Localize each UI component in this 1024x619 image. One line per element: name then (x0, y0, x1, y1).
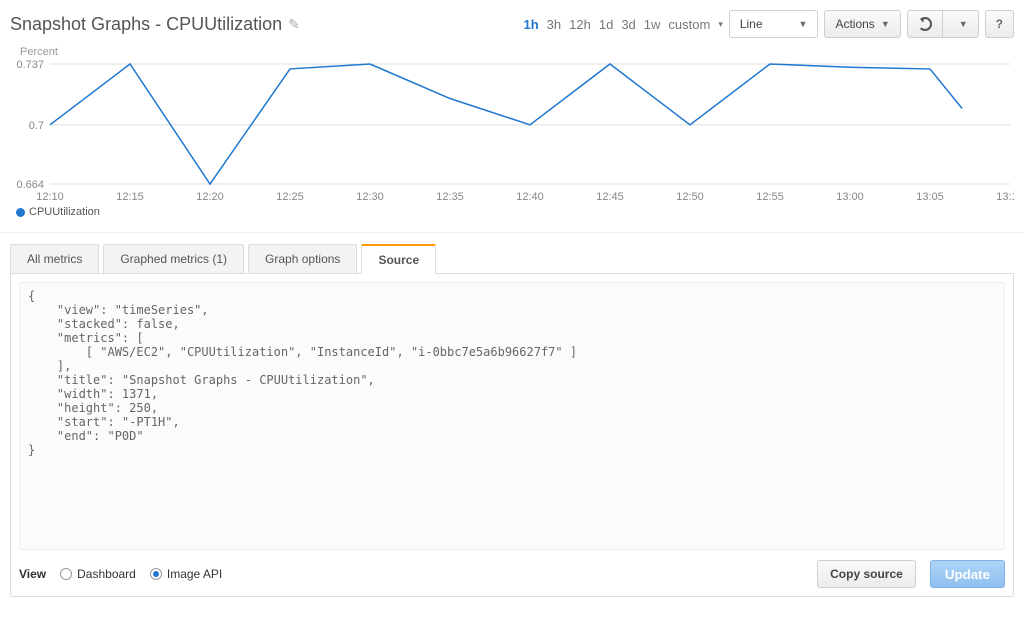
tab-source[interactable]: Source (361, 244, 436, 274)
svg-text:12:25: 12:25 (276, 191, 304, 203)
chart-type-value: Line (740, 17, 763, 31)
time-range-3d[interactable]: 3d (621, 17, 635, 32)
actions-button[interactable]: Actions ▼ (824, 10, 900, 38)
chart-legend: CPUUtilization (16, 206, 1014, 218)
source-panel: { "view": "timeSeries", "stacked": false… (10, 274, 1014, 597)
time-range-picker: 1h 3h 12h 1d 3d 1w custom ▾ (524, 17, 723, 32)
update-button[interactable]: Update (930, 560, 1005, 588)
legend-color-icon (16, 208, 25, 217)
caret-down-icon: ▾ (718, 19, 723, 30)
metric-chart: Percent 0.664 0.7 0.737 12:10 12:15 12:20 12:2… (10, 46, 1014, 224)
refresh-options-button[interactable]: ▼ (943, 10, 979, 38)
y-axis-label: Percent (20, 46, 58, 58)
view-label: View (19, 567, 46, 581)
source-code-textarea[interactable]: { "view": "timeSeries", "stacked": false… (19, 282, 1005, 550)
svg-text:0.7: 0.7 (29, 120, 44, 132)
svg-text:12:10: 12:10 (36, 191, 64, 203)
copy-source-button[interactable]: Copy source (817, 560, 916, 588)
svg-text:12:55: 12:55 (756, 191, 784, 203)
edit-title-icon[interactable]: ✎ (288, 16, 300, 33)
tab-all-metrics[interactable]: All metrics (10, 244, 99, 273)
caret-down-icon: ▼ (959, 19, 968, 29)
radio-dashboard[interactable]: Dashboard (60, 567, 136, 581)
page-title: Snapshot Graphs - CPUUtilization (10, 14, 282, 35)
svg-text:12:50: 12:50 (676, 191, 704, 203)
refresh-button[interactable] (907, 10, 943, 38)
svg-text:12:35: 12:35 (436, 191, 464, 203)
chart-type-select[interactable]: Line ▼ (729, 10, 819, 38)
svg-text:0.737: 0.737 (16, 59, 44, 71)
radio-image-api[interactable]: Image API (150, 567, 222, 581)
svg-text:12:20: 12:20 (196, 191, 224, 203)
time-range-custom[interactable]: custom (668, 17, 710, 32)
svg-text:12:40: 12:40 (516, 191, 544, 203)
svg-text:12:45: 12:45 (596, 191, 624, 203)
svg-text:0.664: 0.664 (16, 179, 44, 191)
caret-down-icon: ▼ (881, 19, 890, 29)
time-range-12h[interactable]: 12h (569, 17, 591, 32)
tab-graphed-metrics-1-[interactable]: Graphed metrics (1) (103, 244, 244, 273)
refresh-icon (918, 17, 932, 31)
svg-text:12:30: 12:30 (356, 191, 384, 203)
source-tabs: All metricsGraphed metrics (1)Graph opti… (10, 243, 1014, 274)
svg-text:12:15: 12:15 (116, 191, 144, 203)
time-range-1w[interactable]: 1w (644, 17, 661, 32)
help-button[interactable]: ? (985, 10, 1014, 38)
time-range-3h[interactable]: 3h (547, 17, 561, 32)
legend-label: CPUUtilization (29, 206, 100, 218)
svg-text:13:00: 13:00 (836, 191, 864, 203)
svg-text:13:05: 13:05 (916, 191, 944, 203)
time-range-1h[interactable]: 1h (524, 17, 539, 32)
tab-graph-options[interactable]: Graph options (248, 244, 357, 273)
caret-down-icon: ▼ (799, 19, 808, 29)
time-range-1d[interactable]: 1d (599, 17, 613, 32)
svg-text:13:10: 13:10 (996, 191, 1014, 203)
